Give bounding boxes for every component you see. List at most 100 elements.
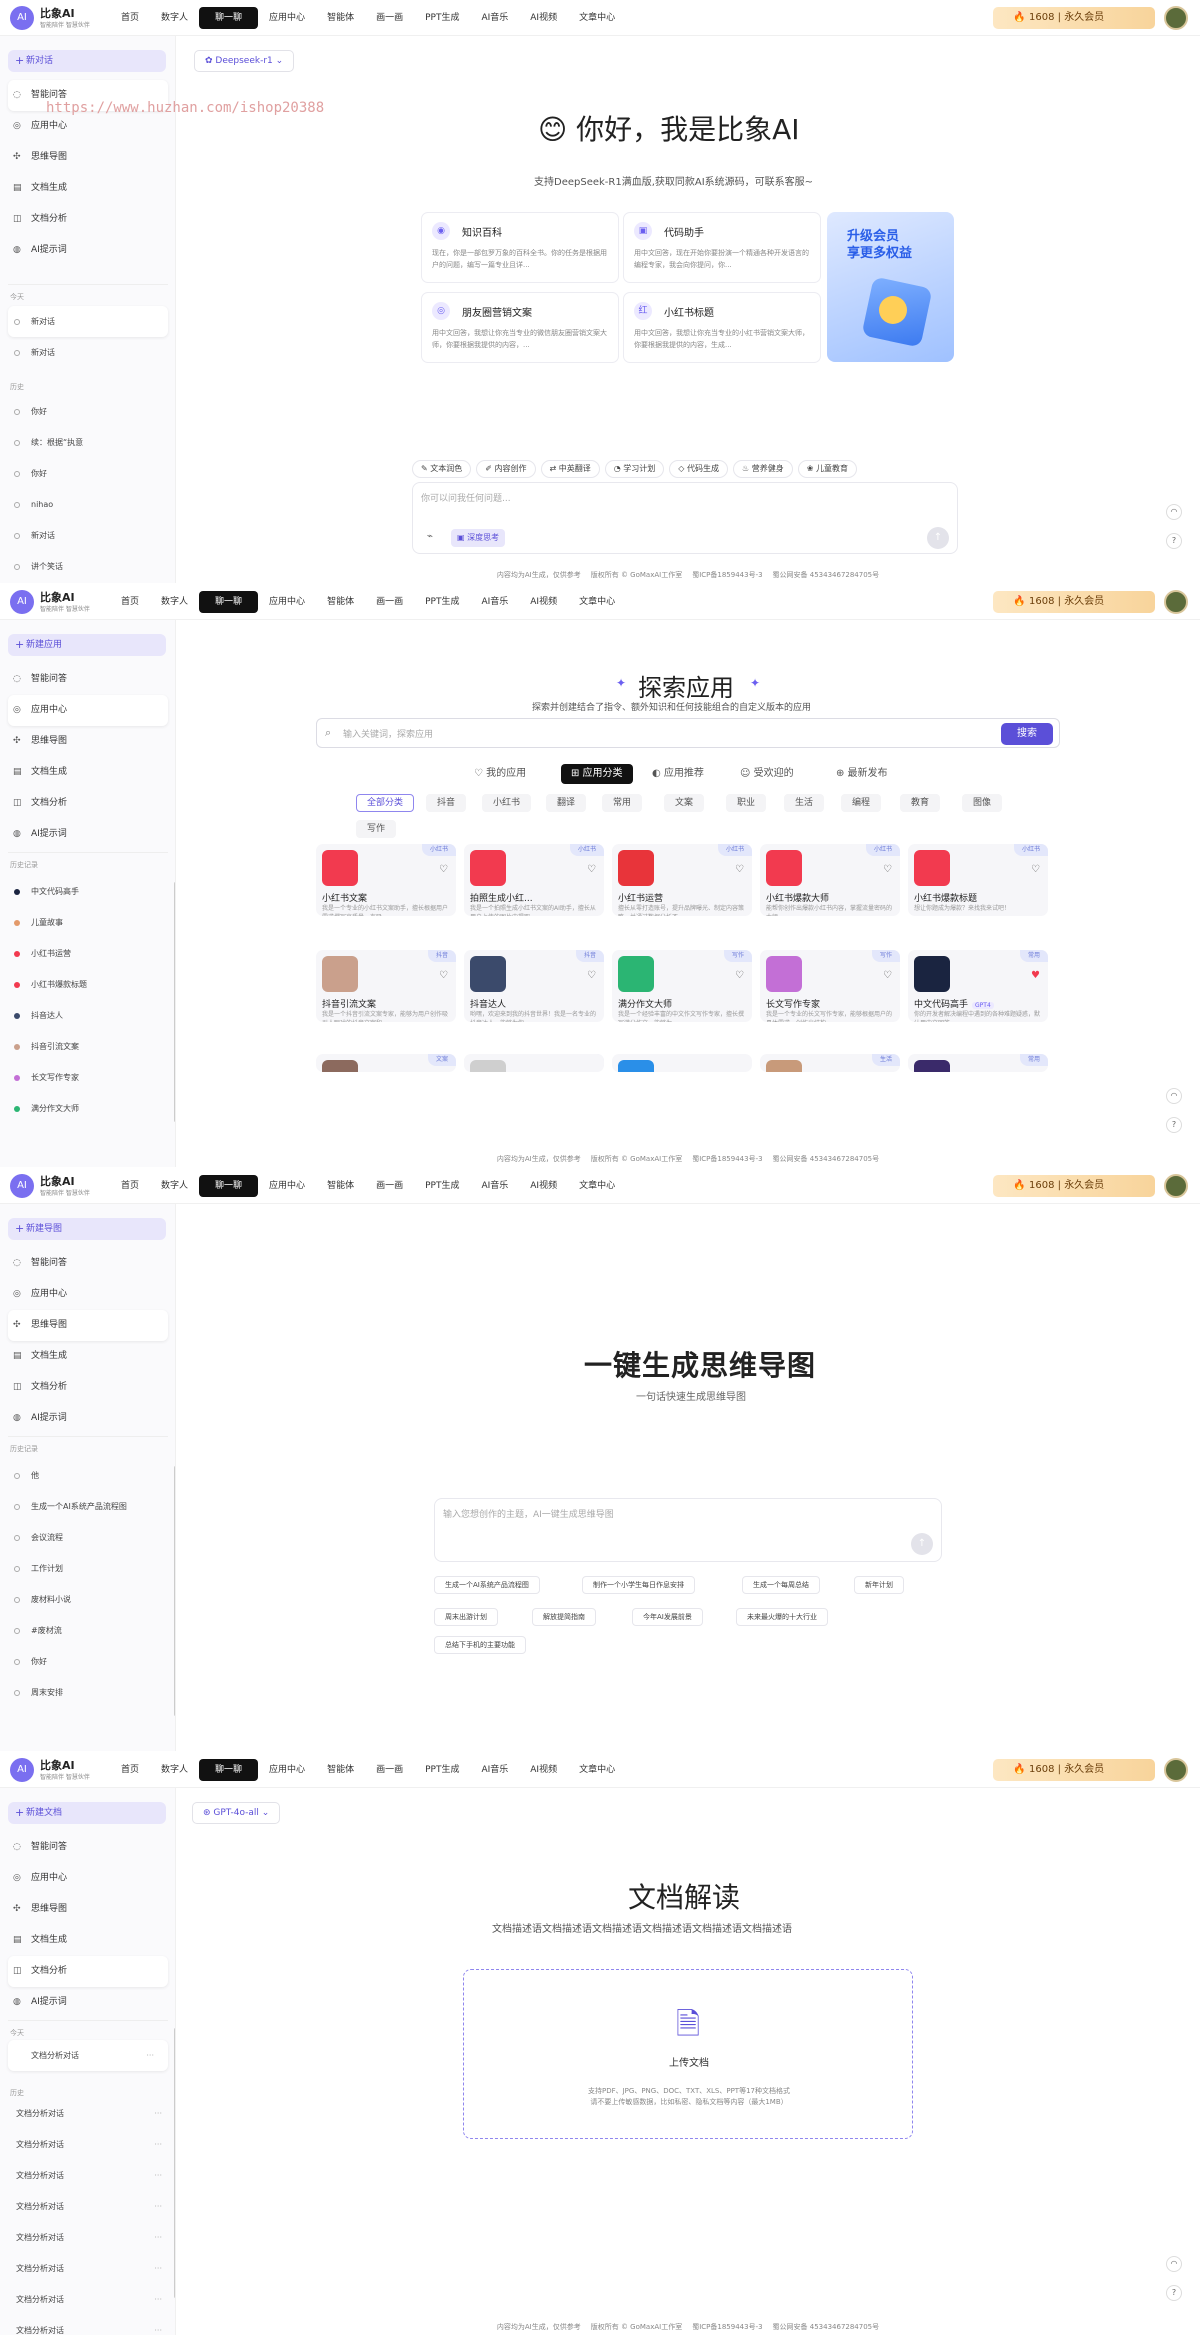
app-card-partial[interactable]: 常用 bbox=[908, 1054, 1048, 1072]
menu-item-0[interactable]: ◌ 智能问答 bbox=[0, 1248, 175, 1279]
send-button[interactable]: ↑ bbox=[911, 1533, 933, 1555]
history-item[interactable]: 讲个笑话 bbox=[0, 551, 175, 582]
nav-item[interactable]: AI音乐 bbox=[470, 591, 519, 613]
category-7[interactable]: 生活 bbox=[784, 794, 825, 812]
more-icon[interactable]: ··· bbox=[154, 2160, 162, 2191]
app-card[interactable]: 常用♥中文代码高手GPT4你的开发者解决编程中遇到的各种难题疑惑，默认用中文回答 bbox=[908, 950, 1048, 1022]
tab-3[interactable]: ☺ 受欢迎的 bbox=[730, 764, 804, 784]
app-card[interactable]: 抖音 ♡ 抖音达人哟嘿，欢迎来到我的抖音世界！我是一名专业的抖音达人，能够为你... bbox=[464, 950, 604, 1022]
menu-item-1[interactable]: ◎ 应用中心 bbox=[0, 1279, 175, 1310]
tab-0[interactable]: ♡ 我的应用 bbox=[464, 764, 536, 784]
nav-item[interactable]: 画一画 bbox=[365, 1759, 414, 1781]
heart-filled-icon[interactable]: ♥ bbox=[1031, 970, 1040, 981]
suggestion-chip[interactable]: 解放提简指南 bbox=[532, 1608, 596, 1626]
quick-chip[interactable]: ⇄ 中英翻译 bbox=[540, 460, 600, 478]
mindmap-input[interactable]: 输入您想创作的主题，AI一键生成思维导图 ↑ bbox=[434, 1498, 942, 1562]
menu-item-4[interactable]: ◫ 文档分析 bbox=[0, 1372, 175, 1403]
attach-icon[interactable]: ⌁ bbox=[427, 531, 433, 542]
nav-item[interactable]: PPT生成 bbox=[414, 1759, 470, 1781]
suggestion-chip[interactable]: 新年计划 bbox=[854, 1576, 904, 1594]
app-card[interactable]: 写作 ♡ 长文写作专家我是一个专业的长文写作专家，能够根据用户的具体需求，创作出结构… bbox=[760, 950, 900, 1022]
nav-item[interactable]: 智能体 bbox=[316, 591, 365, 613]
category-11[interactable]: 写作 bbox=[356, 820, 397, 838]
history-item[interactable]: 小红书运营 bbox=[0, 938, 175, 969]
headset-icon[interactable]: ◠ bbox=[1166, 2256, 1182, 2272]
search-input[interactable]: 输入关键词，探索应用 bbox=[343, 727, 433, 740]
vip-badge[interactable]: 🔥 1608 | 永久会员 bbox=[993, 591, 1155, 613]
menu-item-3[interactable]: ▤ 文档生成 bbox=[0, 1925, 175, 1956]
user-avatar[interactable] bbox=[1164, 6, 1188, 30]
menu-item-2[interactable]: ✣ 思维导图 bbox=[0, 1894, 175, 1925]
app-card[interactable]: 小红书 ♡ 小红书爆款大师能帮你创作出爆款小红书内容，掌握流量密码的大师 bbox=[760, 844, 900, 916]
nav-item[interactable]: 智能体 bbox=[316, 7, 365, 29]
heart-icon[interactable]: ♡ bbox=[439, 970, 448, 981]
user-avatar[interactable] bbox=[1164, 1174, 1188, 1198]
more-icon[interactable]: ··· bbox=[154, 2284, 162, 2315]
menu-item-2[interactable]: ✣ 思维导图 bbox=[0, 142, 175, 173]
history-item[interactable]: 新对话 bbox=[0, 520, 175, 551]
suggestion-chip[interactable]: 总结下手机的主要功能 bbox=[434, 1636, 526, 1654]
quick-chip[interactable]: ✎ 文本润色 bbox=[412, 460, 472, 478]
nav-item[interactable]: 应用中心 bbox=[258, 1175, 316, 1197]
menu-item-2[interactable]: ✣ 思维导图 bbox=[0, 726, 175, 757]
nav-item[interactable]: AI视频 bbox=[519, 7, 568, 29]
quick-chip[interactable]: ♨ 营养健身 bbox=[732, 460, 793, 478]
model-selector[interactable]: ✿ Deepseek-r1 ⌄ bbox=[194, 50, 295, 72]
history-item[interactable]: 中文代码高手 bbox=[0, 876, 175, 907]
history-item[interactable]: 工作计划 bbox=[0, 1553, 175, 1584]
nav-item[interactable]: PPT生成 bbox=[414, 591, 470, 613]
nav-item[interactable]: 画一画 bbox=[365, 1175, 414, 1197]
nav-item[interactable]: 画一画 bbox=[365, 7, 414, 29]
search-button[interactable]: 搜索 bbox=[1001, 723, 1053, 745]
menu-item-5[interactable]: ◍ AI提示词 bbox=[0, 1987, 175, 2018]
menu-item-0[interactable]: ◌ 智能问答 bbox=[0, 1832, 175, 1863]
history-item[interactable]: 新对话 bbox=[8, 306, 168, 337]
category-0[interactable]: 全部分类 bbox=[356, 794, 415, 812]
category-8[interactable]: 编程 bbox=[841, 794, 882, 812]
heart-icon[interactable]: ♡ bbox=[439, 864, 448, 875]
app-card-partial[interactable]: 生活 bbox=[760, 1054, 900, 1072]
category-5[interactable]: 文案 bbox=[664, 794, 705, 812]
nav-item[interactable]: 数字人 bbox=[150, 7, 199, 29]
history-item[interactable]: 儿童故事 bbox=[0, 907, 175, 938]
app-card[interactable]: 小红书 ♡ 拍照生成小红...我是一个拍照生成小红书文案的AI助手，擅长从用户上传的… bbox=[464, 844, 604, 916]
new-button[interactable]: + 新对话 bbox=[8, 50, 166, 72]
history-item[interactable]: 周末安排 bbox=[0, 1677, 175, 1708]
history-item[interactable]: #废材流 bbox=[0, 1615, 175, 1646]
category-2[interactable]: 小红书 bbox=[482, 794, 532, 812]
nav-item[interactable]: 文章中心 bbox=[568, 7, 626, 29]
category-4[interactable]: 常用 bbox=[602, 794, 643, 812]
headset-icon[interactable]: ◠ bbox=[1166, 504, 1182, 520]
prompt-card[interactable]: 红 小红书标题 用中文回答，我想让你充当专业的小红书营销文案大师，你要根据我提供的内… bbox=[623, 292, 821, 363]
menu-item-5[interactable]: ◍ AI提示词 bbox=[0, 1403, 175, 1434]
history-item[interactable]: 满分作文大师 bbox=[0, 1093, 175, 1124]
history-item[interactable]: 废材料小说 bbox=[0, 1584, 175, 1615]
category-3[interactable]: 翻译 bbox=[546, 794, 587, 812]
category-9[interactable]: 教育 bbox=[900, 794, 941, 812]
menu-item-0[interactable]: ◌ 智能问答 bbox=[0, 664, 175, 695]
nav-item[interactable]: PPT生成 bbox=[414, 1175, 470, 1197]
nav-item[interactable]: 首页 bbox=[110, 7, 150, 29]
history-item[interactable]: 新对话 bbox=[0, 337, 175, 368]
history-item[interactable]: 文档分析对话 ··· bbox=[0, 2222, 175, 2253]
quick-chip[interactable]: ◔ 学习计划 bbox=[604, 460, 665, 478]
more-icon[interactable]: ··· bbox=[154, 2098, 162, 2129]
tab-4[interactable]: ⊕ 最新发布 bbox=[826, 764, 898, 784]
menu-item-3[interactable]: ▤ 文档生成 bbox=[0, 1341, 175, 1372]
suggestion-chip[interactable]: 周末出游计划 bbox=[434, 1608, 498, 1626]
nav-item[interactable]: 数字人 bbox=[150, 1759, 199, 1781]
app-card-partial[interactable]: 文案 bbox=[316, 1054, 456, 1072]
heart-icon[interactable]: ♡ bbox=[587, 970, 596, 981]
more-icon[interactable]: ··· bbox=[154, 2222, 162, 2253]
tab-1[interactable]: ⊞ 应用分类 bbox=[561, 764, 633, 784]
help-icon[interactable]: ? bbox=[1166, 533, 1182, 549]
nav-item[interactable]: AI视频 bbox=[519, 591, 568, 613]
nav-item[interactable]: 数字人 bbox=[150, 1175, 199, 1197]
nav-item[interactable]: 数字人 bbox=[150, 591, 199, 613]
nav-item[interactable]: PPT生成 bbox=[414, 7, 470, 29]
history-item[interactable]: 文档分析对话 ··· bbox=[0, 2160, 175, 2191]
nav-item[interactable]: AI音乐 bbox=[470, 1175, 519, 1197]
history-item[interactable]: 生成一个AI系统产品流程图 bbox=[0, 1491, 175, 1522]
suggestion-chip[interactable]: 未来最火爆的十大行业 bbox=[736, 1608, 828, 1626]
nav-item[interactable]: 聊一聊 bbox=[199, 1175, 259, 1197]
